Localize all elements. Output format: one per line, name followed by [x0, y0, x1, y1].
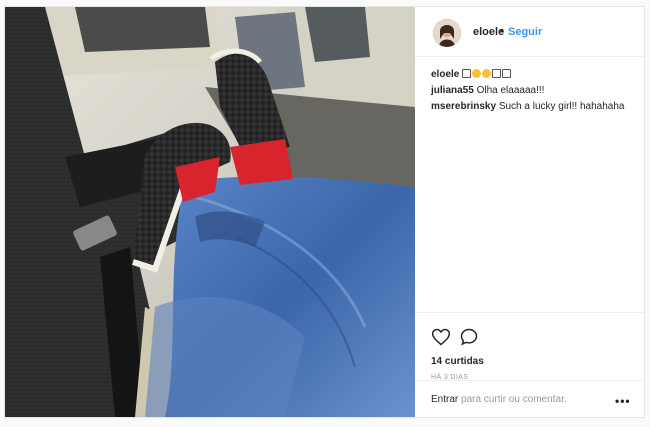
- heart-icon[interactable]: [431, 327, 451, 347]
- login-link[interactable]: Entrar: [431, 394, 458, 405]
- comment-text: Olha elaaaaa!!!: [476, 85, 545, 96]
- unrendered-emoji-icon: [462, 69, 472, 78]
- likes-count[interactable]: 14 curtidas: [431, 356, 484, 367]
- comment-item: mserebrinsky Such a lucky girl!! hahahah…: [431, 99, 636, 115]
- post-actions: 14 curtidas HÁ 3 DIAS: [415, 312, 644, 381]
- login-prompt-text: para curtir ou comentar.: [461, 394, 567, 405]
- separator-dot: •: [500, 25, 504, 37]
- comment-item: juliana55 Olha elaaaaa!!!: [431, 83, 636, 99]
- unrendered-emoji-icon: [502, 69, 512, 78]
- comment-bubble-icon[interactable]: [459, 327, 479, 347]
- post-card: eloele • Seguir eloele juliana55 Olha el…: [4, 6, 645, 418]
- smile-emoji-icon: [472, 69, 482, 78]
- caption-username[interactable]: eloele: [431, 69, 459, 80]
- post-sidebar: eloele • Seguir eloele juliana55 Olha el…: [415, 7, 644, 417]
- caption: eloele: [431, 67, 636, 83]
- unrendered-emoji-icon: [492, 69, 502, 78]
- follow-button[interactable]: Seguir: [508, 26, 542, 38]
- post-header: eloele • Seguir: [415, 7, 644, 57]
- avatar[interactable]: [433, 19, 461, 47]
- comment-username[interactable]: juliana55: [431, 85, 474, 96]
- airplane-legs-photo: [5, 7, 415, 417]
- more-options-icon[interactable]: •••: [615, 394, 631, 408]
- post-photo[interactable]: [5, 7, 415, 417]
- comments-list: eloele juliana55 Olha elaaaaa!!! mserebr…: [431, 67, 636, 115]
- smile-emoji-icon: [482, 69, 492, 78]
- add-comment-bar: Entrar para curtir ou comentar. •••: [415, 380, 644, 417]
- comment-text: Such a lucky girl!! hahahaha: [498, 101, 625, 112]
- avatar-image: [433, 19, 461, 47]
- comment-username[interactable]: mserebrinsky: [431, 101, 496, 112]
- login-prompt: Entrar para curtir ou comentar.: [431, 394, 567, 405]
